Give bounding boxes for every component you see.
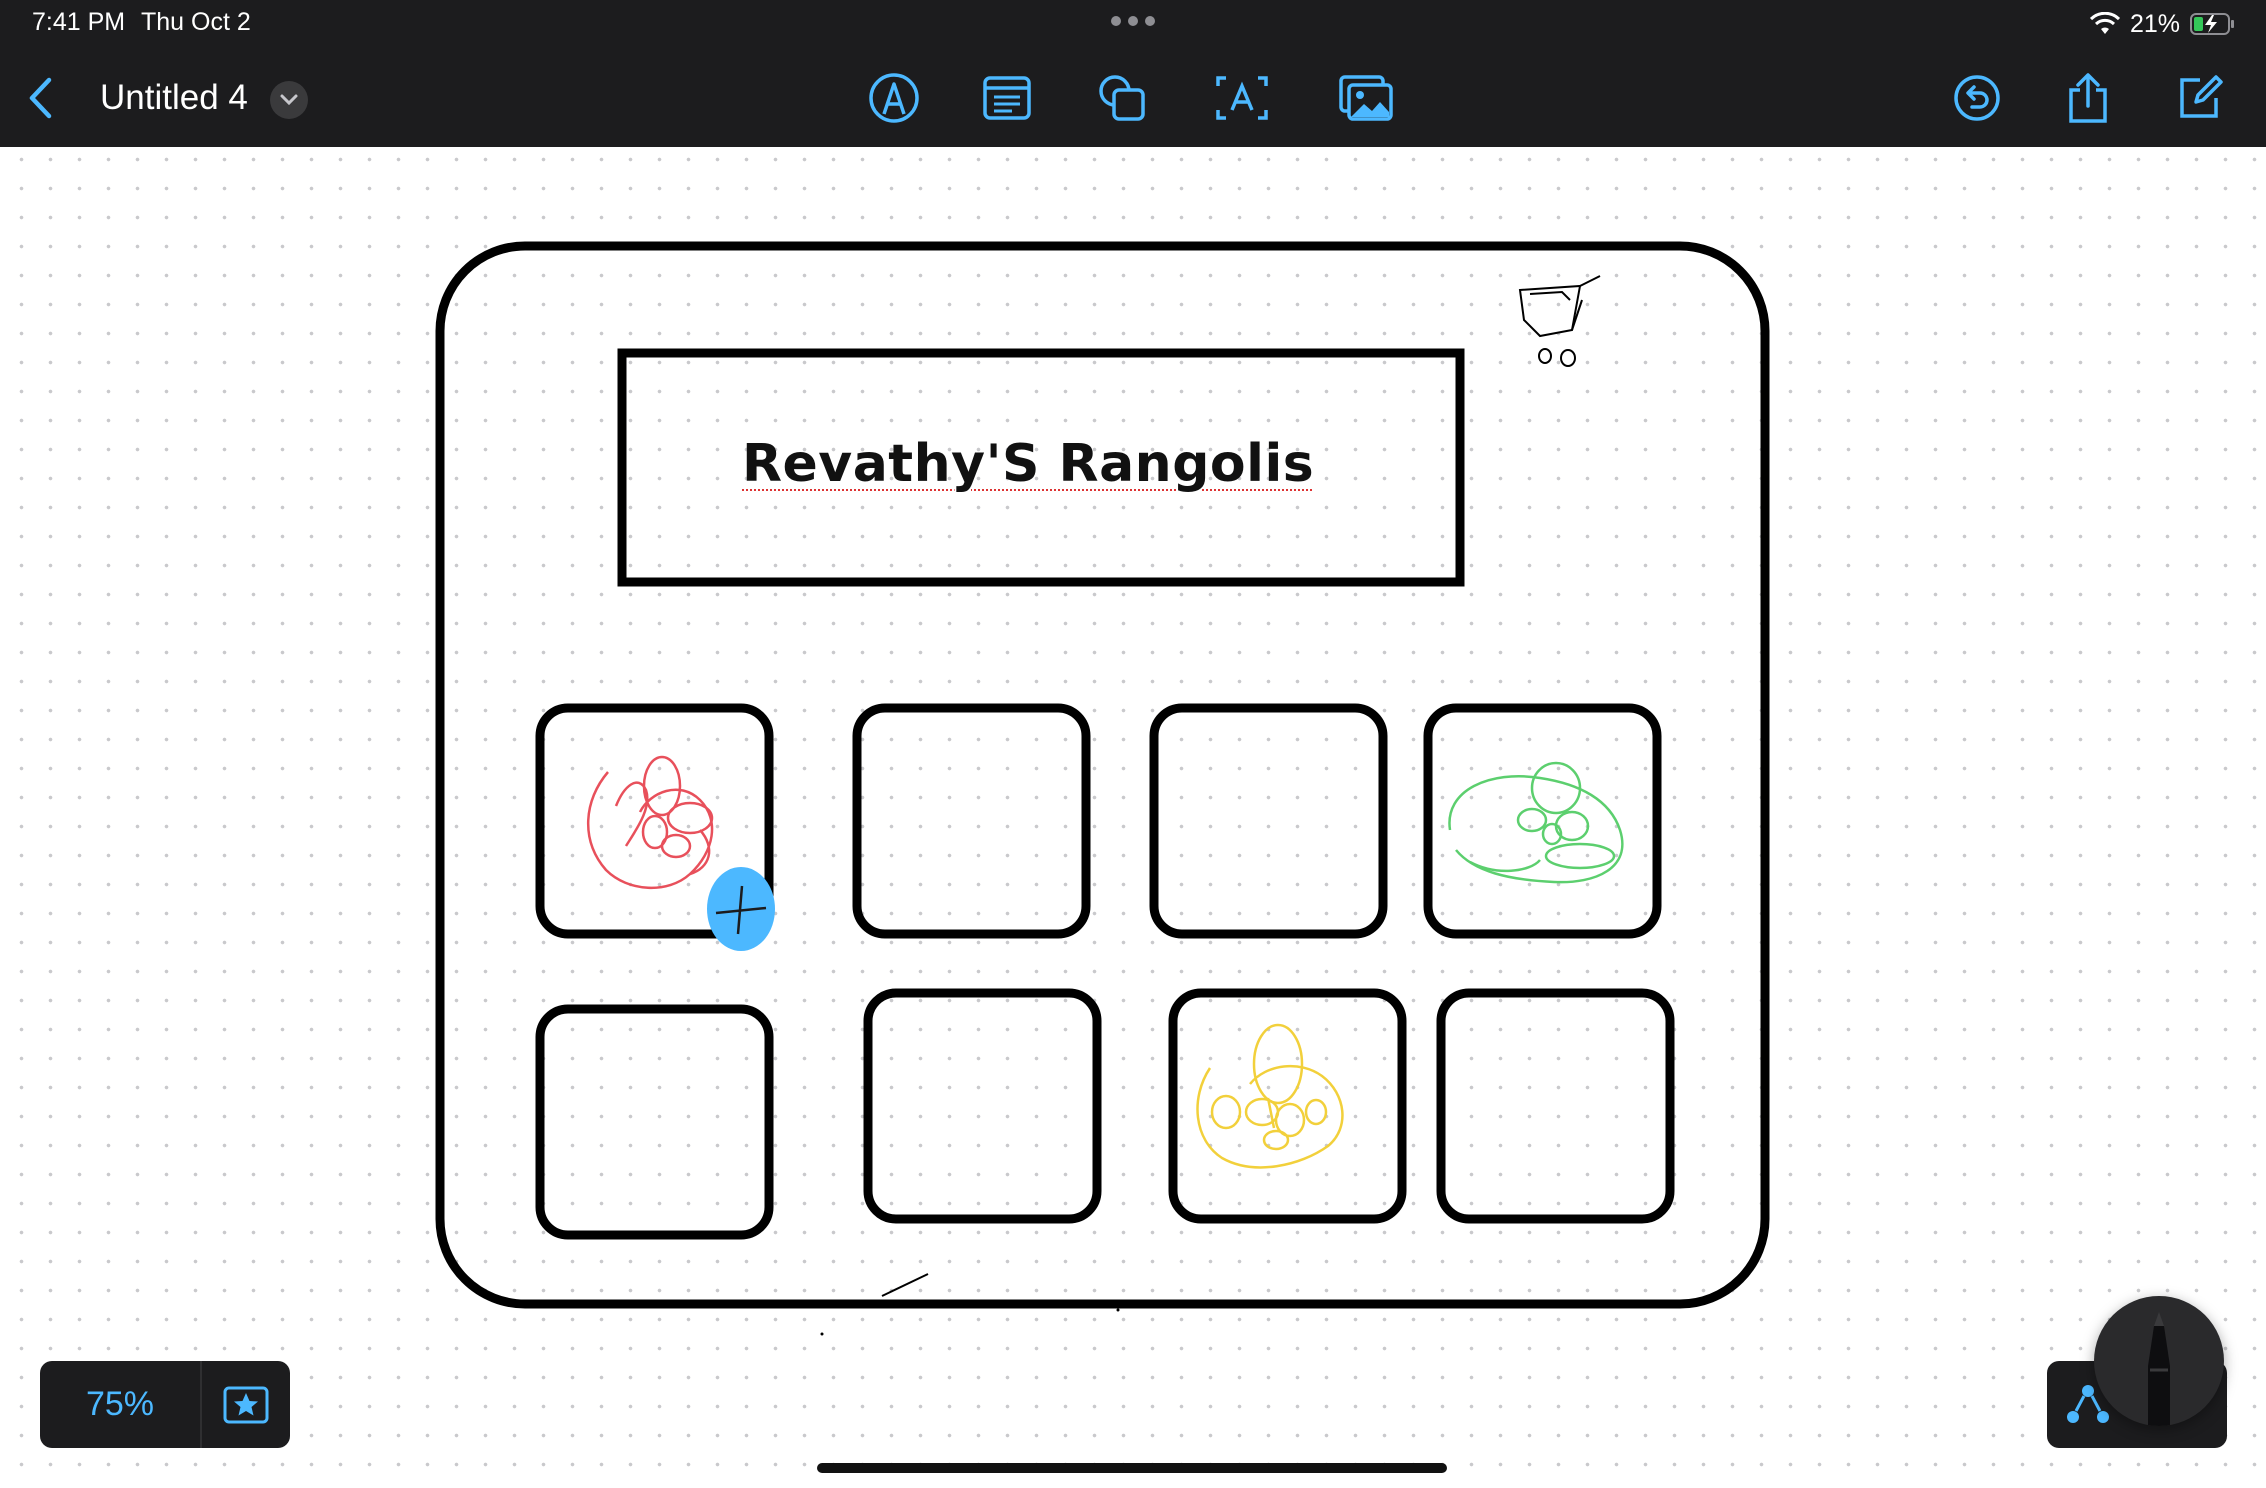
stray-stroke[interactable] <box>881 1273 929 1297</box>
rangoli-tile[interactable] <box>863 988 1102 1224</box>
green-rangoli-doodle[interactable] <box>1448 761 1624 884</box>
pencil-icon <box>2148 1312 2170 1426</box>
stray-dot <box>820 1332 824 1336</box>
freeform-canvas[interactable]: 7:41 PM Thu Oct 2 21% Untitled 4 Revathy… <box>0 0 2266 1488</box>
cart-doodle[interactable] <box>1518 275 1601 367</box>
favorites-button[interactable] <box>202 1361 290 1448</box>
stray-dot <box>1116 1308 1120 1312</box>
yellow-rangoli-doodle[interactable] <box>1196 1023 1344 1169</box>
red-rangoli-doodle[interactable] <box>586 755 714 890</box>
zoom-level[interactable]: 75% <box>40 1385 200 1424</box>
star-square-icon <box>223 1386 269 1423</box>
zoom-control[interactable]: 75% <box>40 1361 290 1448</box>
rangoli-tile[interactable] <box>1149 703 1388 939</box>
rangoli-tile[interactable] <box>1436 988 1675 1224</box>
home-indicator[interactable] <box>817 1463 1447 1473</box>
rangoli-tile[interactable] <box>535 1004 774 1240</box>
apple-pencil-tool-button[interactable] <box>2094 1296 2224 1426</box>
board-frame[interactable] <box>435 241 1770 1309</box>
pencil-hover-indicator <box>707 867 775 951</box>
rangoli-tile[interactable] <box>852 703 1091 939</box>
board-title[interactable]: Revathy'S Rangolis <box>742 434 1314 494</box>
board-drawing[interactable] <box>0 0 2266 1488</box>
rangoli-tile[interactable] <box>1423 703 1662 939</box>
